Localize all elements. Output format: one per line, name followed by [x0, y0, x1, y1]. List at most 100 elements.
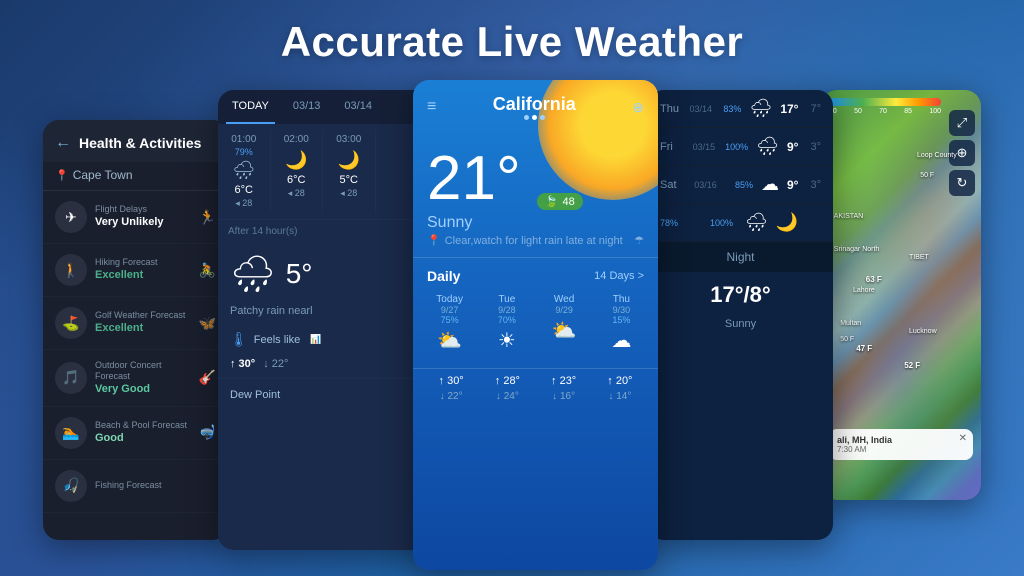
california-temp-section: 21° 🍃 48 Sunny 📍 Clear,watch for light r… [413, 128, 658, 257]
health-activities-card: ← Health & Activities 📍 Cape Town ✈ Flig… [43, 120, 228, 540]
fishing-text: Fishing Forecast [95, 480, 216, 491]
day-today: Today 9/27 75% ⛅ [421, 290, 478, 360]
california-temperature: 21° [427, 148, 521, 210]
hourly-col-2: 02:00 🌙 6°C ◂ 28 [271, 130, 324, 213]
bar-label-100: 100 [929, 108, 941, 115]
night-temp: 17°/8° [648, 272, 833, 318]
umbrella-icon: ☂ [634, 234, 644, 247]
extra-pct2: 100% [710, 218, 733, 228]
day-tue-icon: ☀ [498, 328, 516, 353]
tab-0314[interactable]: 03/14 [338, 90, 378, 124]
map-expand-btn[interactable]: ⤢ [949, 110, 975, 136]
day-today-name: Today [436, 294, 463, 305]
after-hours-label: After 14 hour(s) [218, 219, 428, 243]
tab-0313[interactable]: 03/13 [287, 90, 327, 124]
map-card: 30 50 70 85 100 ⤢ ⊕ ↻ Loop County 50 F A… [821, 90, 981, 500]
wed-lo: ↓ 16° [538, 391, 590, 402]
extra-pct: 78% [660, 218, 678, 228]
hour-1-icon: 🌧 [232, 160, 255, 181]
bar-label-70: 70 [879, 108, 887, 115]
page-title: Accurate Live Weather [0, 18, 1024, 66]
map-background: 30 50 70 85 100 ⤢ ⊕ ↻ Loop County 50 F A… [821, 90, 981, 500]
activity-fishing[interactable]: 🎣 Fishing Forecast [43, 460, 228, 513]
flight-value: Very Unlikely [95, 215, 191, 229]
map-color-bar [829, 98, 941, 106]
day-thu-name: Thu [613, 294, 630, 305]
dot-2 [532, 115, 537, 120]
night-desc: Sunny [648, 318, 833, 338]
desc-text: Clear,watch for light rain late at night [445, 235, 623, 247]
tab-today[interactable]: TODAY [226, 90, 275, 124]
hiking-label: Hiking Forecast [95, 257, 191, 268]
menu-icon[interactable]: ≡ [427, 98, 436, 116]
cycling-icon: 🚴 [199, 262, 216, 279]
popup-location: ali, MH, India [837, 435, 965, 445]
today-hi: ↑ 30° [425, 375, 477, 387]
map-temp-47: 47 F [856, 344, 872, 353]
sat-name: Sat [660, 179, 686, 191]
concert-label: Outdoor Concert Forecast [95, 360, 191, 382]
hourly-col-3: 03:00 🌙 5°C ◂ 28 [323, 130, 376, 213]
swim-icon: 🤿 [199, 424, 216, 441]
hourly-tabs: TODAY 03/13 03/14 [218, 90, 428, 124]
activity-flight-delays[interactable]: ✈ Flight Delays Very Unlikely 🏃 [43, 191, 228, 244]
weekly-extra-row: 78% 100% 🌧 🌙 [648, 204, 833, 242]
beach-icon-circle: 🏊 [55, 417, 87, 449]
popup-close-icon[interactable]: ✕ [959, 433, 967, 444]
location-target-icon[interactable]: ⊕ [632, 99, 644, 116]
day-wed-name: Wed [554, 294, 574, 305]
feels-like-values: ↑ 30° ↓ 22° [218, 356, 428, 378]
map-label-loopcounty: Loop County [917, 152, 957, 159]
current-temp-block: 5° [286, 258, 313, 290]
music-icon: 🎸 [199, 369, 216, 386]
activity-hiking[interactable]: 🚶 Hiking Forecast Excellent 🚴 [43, 244, 228, 297]
hour-2-time: 02:00 [284, 134, 309, 145]
lo-row: ↓ 22° ↓ 24° ↓ 16° ↓ 14° [425, 391, 646, 402]
activity-beach[interactable]: 🏊 Beach & Pool Forecast Good 🤿 [43, 407, 228, 460]
hour-2-icon: 🌙 [285, 150, 307, 171]
popup-time: 7:30 AM [837, 445, 965, 454]
weekly-sat-row: Sat 03/16 85% ☁ 9° 3° [648, 166, 833, 204]
today-lo: ↓ 22° [425, 391, 477, 402]
fishing-label: Fishing Forecast [95, 480, 216, 491]
health-card-title: Health & Activities [79, 135, 201, 151]
thu-name: Thu [660, 103, 681, 115]
daily-label: Daily [427, 268, 460, 284]
hour-3-temp: 5°C [340, 174, 358, 186]
sat-icon: ☁ [761, 174, 779, 195]
activity-concert[interactable]: 🎵 Outdoor Concert Forecast Very Good 🎸 [43, 350, 228, 407]
rain-icon-large: 🌧 [230, 253, 276, 295]
feels-like-row: 🌡 Feels like 📊 [218, 323, 428, 356]
map-label-loopcounty2: 50 F [920, 172, 934, 179]
sat-date: 03/16 [694, 180, 719, 190]
night-label: Night [648, 242, 833, 272]
map-refresh-btn[interactable]: ↻ [949, 170, 975, 196]
day-thu: Thu 9/30 15% ☁ [593, 290, 650, 360]
feels-like-label: Feels like [254, 334, 300, 346]
current-temp-value: 5° [286, 258, 313, 290]
thu-hi: ↑ 20° [594, 375, 646, 387]
city-block: California [493, 94, 576, 120]
hi-row: ↑ 30° ↑ 28° ↑ 23° ↑ 20° [425, 375, 646, 387]
hour-2-wind: ◂ 28 [288, 188, 305, 199]
day-wed: Wed 9/29 ⛅ [536, 290, 593, 360]
hour-1-pct: 79% [235, 147, 253, 157]
extra-icon: 🌧 [745, 212, 768, 233]
golf-label: Golf Weather Forecast [95, 310, 191, 321]
hour-3-wind: ◂ 28 [340, 188, 357, 199]
map-temp-52: 52 F [904, 361, 920, 370]
flight-label: Flight Delays [95, 204, 191, 215]
dew-point-row: Dew Point [218, 378, 428, 409]
fri-name: Fri [660, 141, 685, 153]
map-label-multan-temp: 50 F [840, 336, 854, 343]
location-pin-icon: 📍 [55, 169, 69, 182]
activity-golf[interactable]: ⛳ Golf Weather Forecast Excellent 🦋 [43, 297, 228, 350]
flight-icon-circle: ✈ [55, 201, 87, 233]
cards-container: ← Health & Activities 📍 Cape Town ✈ Flig… [0, 90, 1024, 576]
day-wed-date: 9/29 [555, 305, 573, 315]
map-temp-63: 63 F [866, 275, 882, 284]
daily-link[interactable]: 14 Days > [594, 270, 644, 282]
feels-like-lo: ↓ 22° [263, 358, 288, 370]
day-thu-date: 9/30 [613, 305, 631, 315]
back-arrow-icon[interactable]: ← [55, 134, 71, 152]
